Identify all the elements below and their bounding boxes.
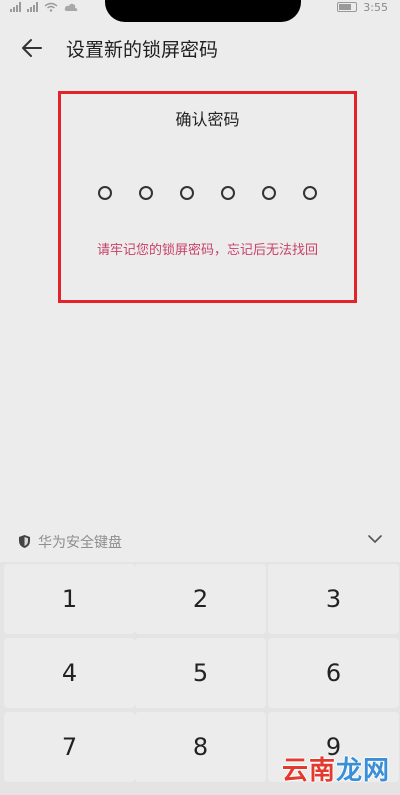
pin-dot: [303, 186, 317, 200]
confirm-password-panel: 确认密码 请牢记您的锁屏密码，忘记后无法找回: [58, 91, 357, 303]
key-8[interactable]: 8: [135, 712, 266, 782]
key-7[interactable]: 7: [4, 712, 135, 782]
signal-2-icon: [27, 2, 38, 12]
camera-notch: [105, 0, 301, 22]
key-4[interactable]: 4: [4, 638, 135, 708]
cloud-icon: [64, 3, 78, 11]
pin-dot: [221, 186, 235, 200]
pin-dots: [61, 186, 354, 200]
key-2[interactable]: 2: [135, 564, 266, 634]
status-time: 3:55: [363, 0, 388, 14]
chevron-down-icon[interactable]: [368, 534, 382, 544]
key-6[interactable]: 6: [268, 638, 399, 708]
key-1[interactable]: 1: [4, 564, 135, 634]
watermark-logo: 云南龙网: [282, 750, 390, 787]
keyboard-header: 华为安全键盘: [0, 528, 400, 556]
back-button[interactable]: [14, 32, 50, 64]
pin-dot: [98, 186, 112, 200]
password-warning: 请牢记您的锁屏密码，忘记后无法找回: [96, 243, 318, 258]
status-icons-right: 3:55: [337, 0, 388, 14]
watermark-part-2: 龙网: [335, 756, 390, 786]
signal-icon: [10, 2, 21, 12]
page-title: 设置新的锁屏密码: [66, 39, 219, 61]
secure-keyboard-label: 华为安全键盘: [38, 535, 122, 551]
key-3[interactable]: 3: [268, 564, 399, 634]
shield-icon: [19, 535, 30, 548]
pin-dot: [262, 186, 276, 200]
pin-dot: [180, 186, 194, 200]
watermark-part-1: 云南: [281, 756, 336, 786]
wifi-icon: [44, 2, 58, 12]
key-5[interactable]: 5: [135, 638, 266, 708]
pin-dot: [139, 186, 153, 200]
arrow-left-icon: [22, 39, 42, 57]
app-header: 设置新的锁屏密码: [0, 28, 400, 68]
status-icons-left: [10, 0, 78, 14]
status-bar: 3:55: [0, 0, 400, 22]
battery-icon: [337, 2, 358, 12]
confirm-password-title: 确认密码: [175, 110, 240, 129]
